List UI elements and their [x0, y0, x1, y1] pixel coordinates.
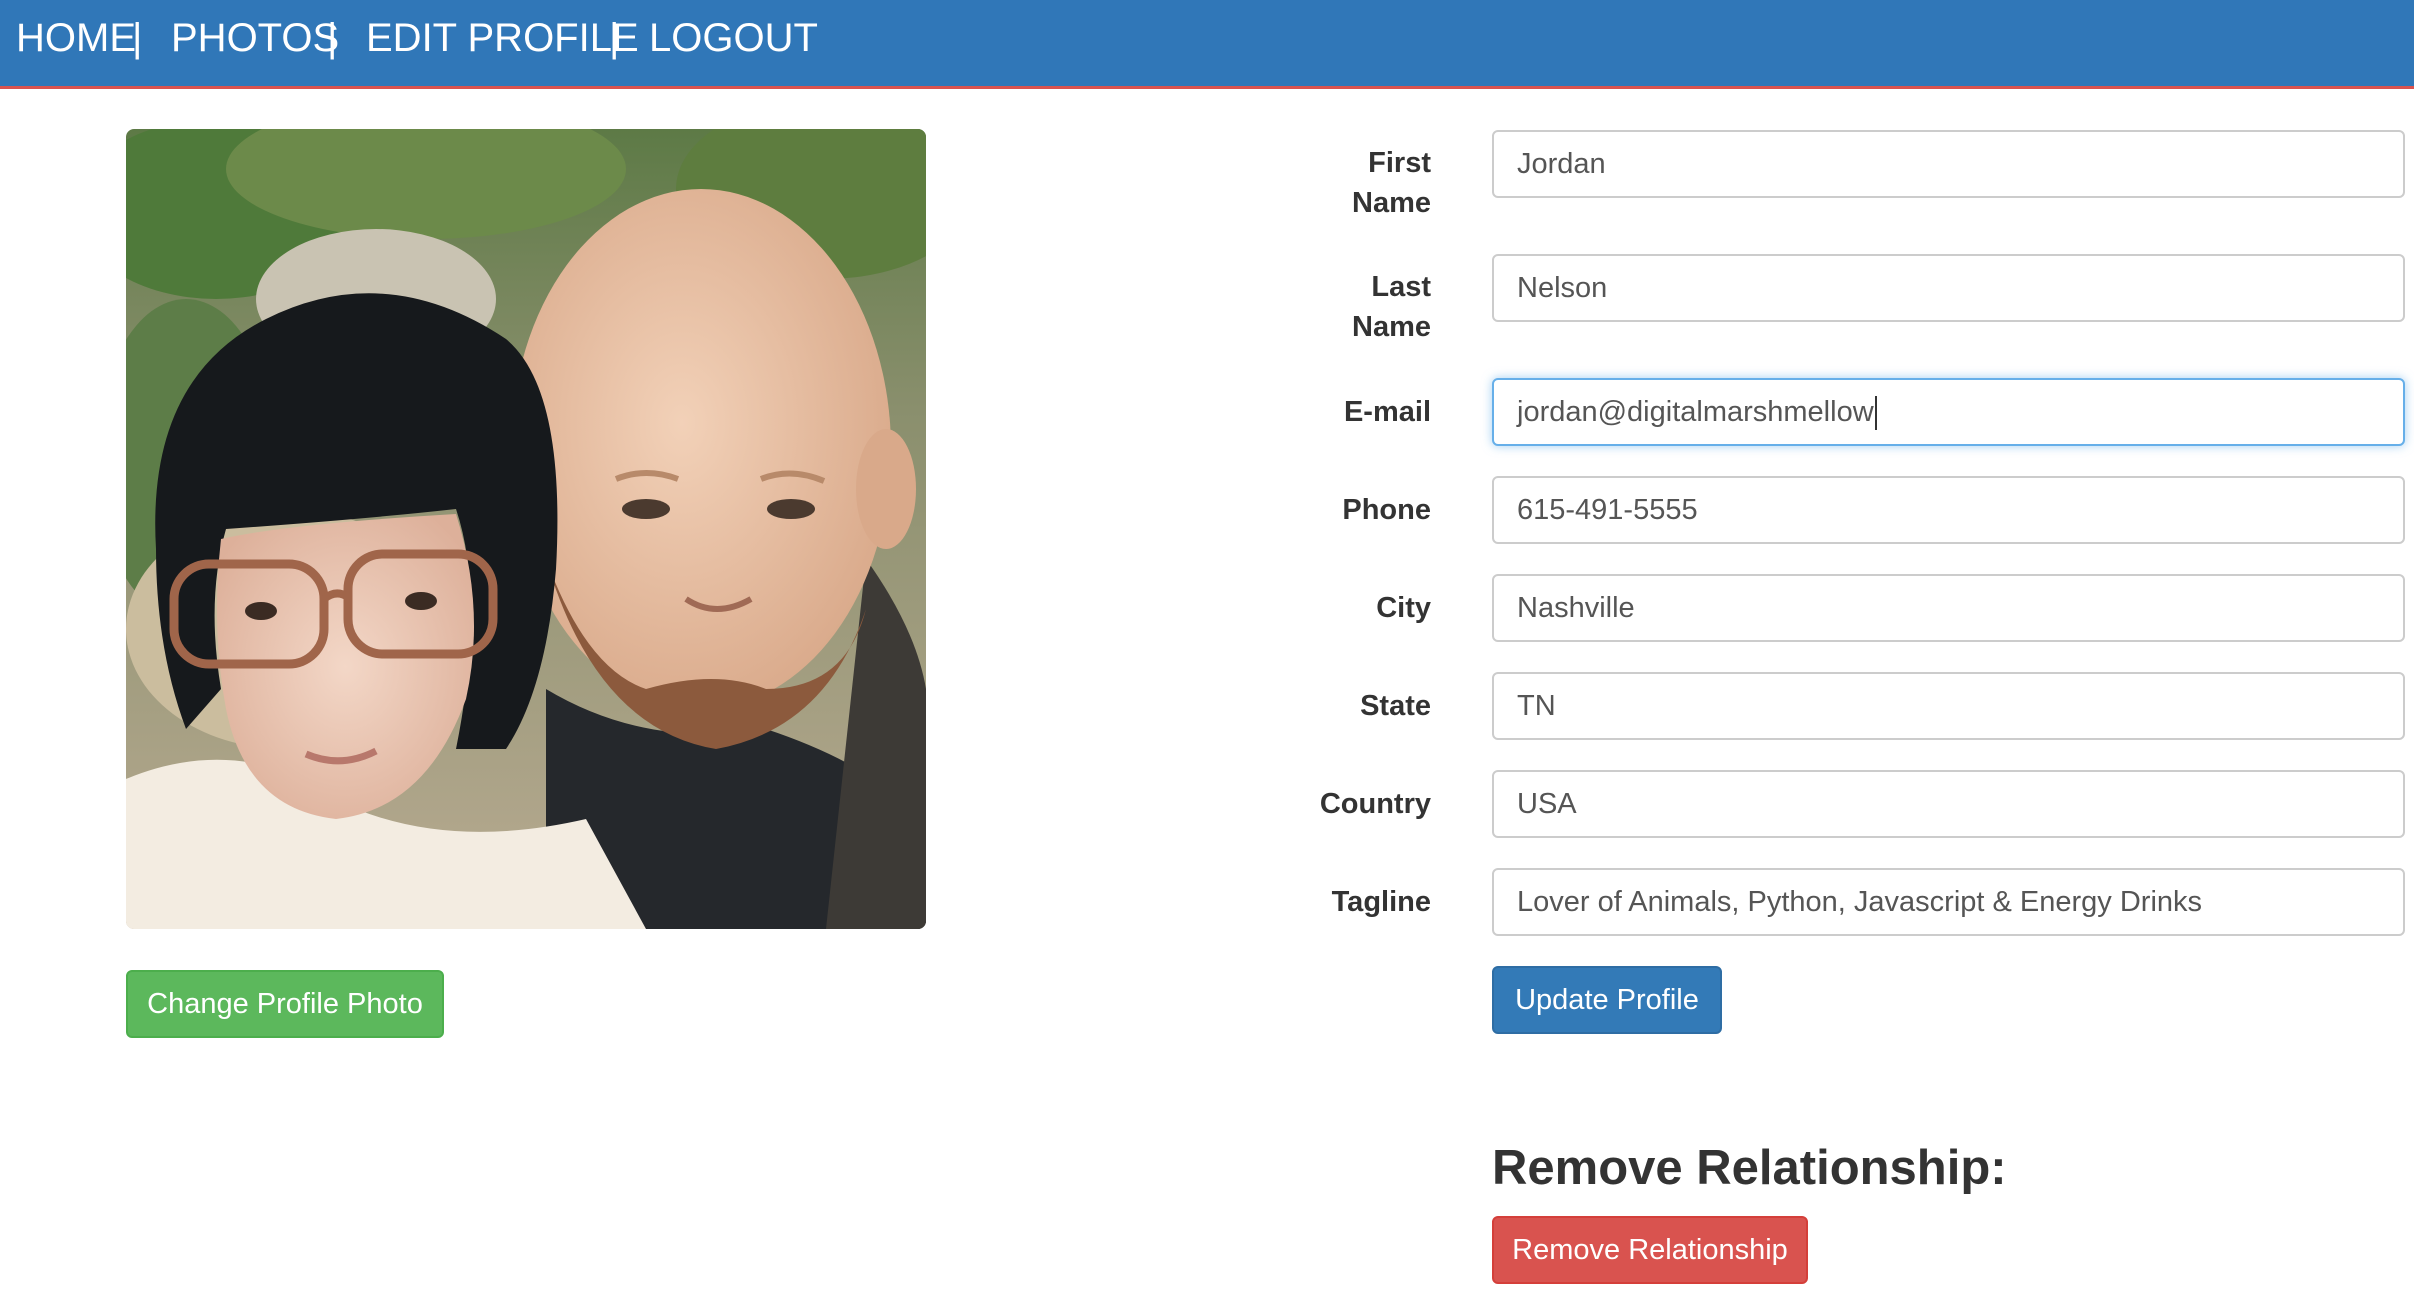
nav-separator: | — [132, 16, 143, 60]
nav-home-link[interactable]: HOME — [16, 14, 136, 62]
state-label: State — [1360, 690, 1431, 722]
profile-photo-image — [126, 129, 926, 929]
tagline-label: Tagline — [1331, 886, 1431, 918]
nav-logout-link[interactable]: LOGOUT — [649, 14, 818, 62]
email-input-value: jordan@digitalmarshmellow — [1517, 396, 1874, 428]
nav-separator: | — [327, 16, 338, 60]
remove-relationship-button[interactable]: Remove Relationship — [1492, 1216, 1808, 1284]
update-profile-button[interactable]: Update Profile — [1492, 966, 1722, 1034]
phone-input[interactable]: 615-491-5555 — [1492, 476, 2405, 544]
phone-label: Phone — [1342, 494, 1431, 526]
city-label: City — [1376, 592, 1431, 624]
first-name-input[interactable]: Jordan — [1492, 130, 2405, 198]
profile-photo — [126, 129, 926, 929]
last-name-input[interactable]: Nelson — [1492, 254, 2405, 322]
nav-separator: | — [609, 16, 620, 60]
city-input[interactable]: Nashville — [1492, 574, 2405, 642]
nav-photos-link[interactable]: PHOTOS — [171, 14, 339, 62]
country-input[interactable]: USA — [1492, 770, 2405, 838]
text-caret — [1874, 396, 1877, 431]
state-input[interactable]: TN — [1492, 672, 2405, 740]
tagline-input[interactable]: Lover of Animals, Python, Javascript & E… — [1492, 868, 2405, 936]
email-input[interactable]: jordan@digitalmarshmellow — [1492, 378, 2405, 446]
nav-edit-profile-link[interactable]: EDIT PROFILE — [366, 14, 639, 62]
change-profile-photo-button[interactable]: Change Profile Photo — [126, 970, 444, 1038]
last-name-label: Last Name — [1352, 271, 1431, 343]
top-navbar: HOME | PHOTOS | EDIT PROFILE | LOGOUT — [0, 0, 2414, 89]
country-label: Country — [1319, 788, 1431, 820]
first-name-label: First Name — [1352, 147, 1431, 219]
email-label: E-mail — [1343, 396, 1431, 428]
remove-relationship-heading: Remove Relationship: — [1492, 1141, 2007, 1195]
